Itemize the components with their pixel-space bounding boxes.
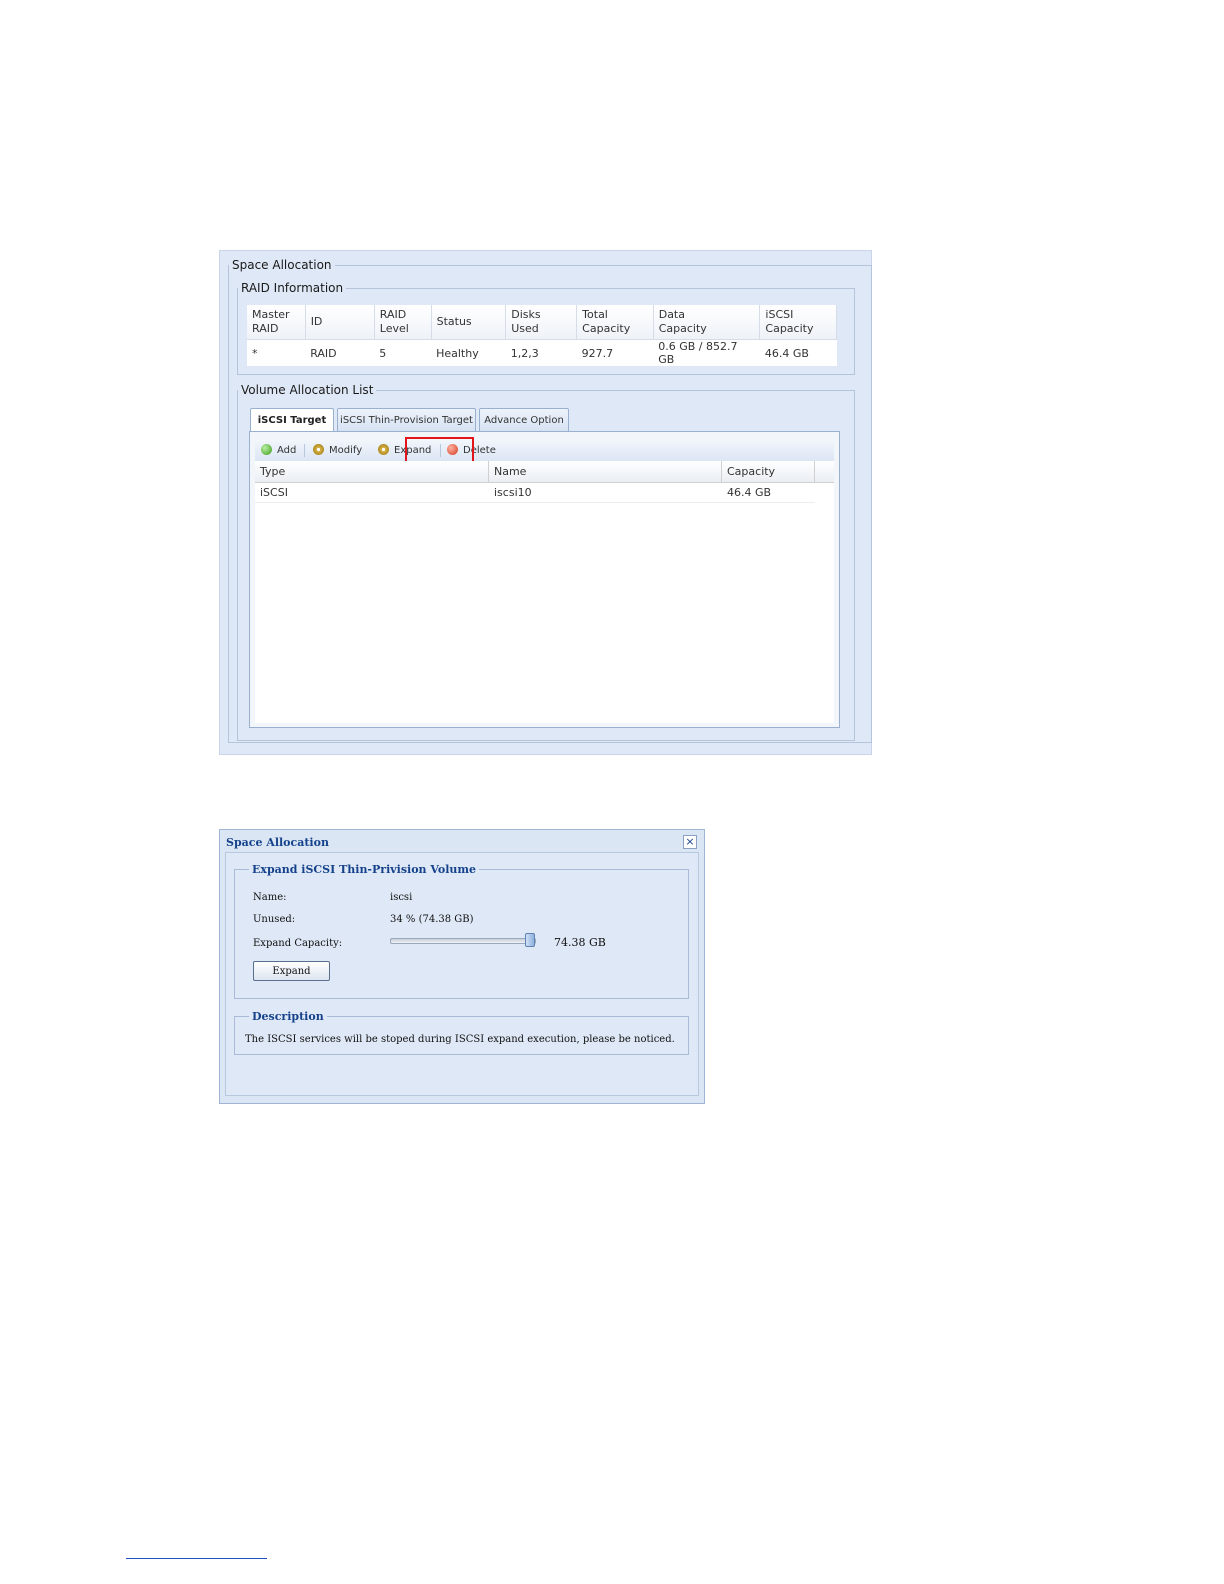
raid-column-header: Data Capacity <box>653 305 761 340</box>
column-header-name[interactable]: Name <box>489 461 722 482</box>
footnote-rule <box>126 1558 267 1559</box>
dialog-title: Space Allocation <box>226 836 329 849</box>
gear-icon <box>313 444 324 455</box>
column-header-type[interactable]: Type <box>255 461 489 482</box>
raid-column-header: ID <box>305 305 375 340</box>
grid-header: Type Name Capacity <box>255 461 834 483</box>
name-label: Name: <box>253 892 287 903</box>
modify-button[interactable]: Modify <box>313 442 362 460</box>
raid-information-title: RAID Information <box>241 281 344 295</box>
tab-advance-option[interactable]: Advance Option <box>479 408 569 431</box>
expand-submit-button[interactable]: Expand <box>253 961 330 981</box>
name-value: iscsi <box>390 892 413 903</box>
unused-label: Unused: <box>253 914 296 925</box>
table-row[interactable]: * RAID 5 Healthy 1,2,3 927.7 0.6 GB / 852.7 GB… <box>247 339 837 366</box>
expand-volume-title: Expand iSCSI Thin-Privision Volume <box>252 863 477 876</box>
column-header-capacity[interactable]: Capacity <box>722 461 815 482</box>
unused-value: 34 % (74.38 GB) <box>390 914 474 925</box>
add-label: Add <box>277 445 297 456</box>
expand-capacity-slider[interactable] <box>390 938 536 944</box>
modify-label: Modify <box>329 445 363 456</box>
raid-cell: 927.7 <box>576 339 654 366</box>
description-text: The ISCSI services will be stoped during… <box>245 1034 675 1045</box>
raid-column-header: Total Capacity <box>576 305 654 340</box>
expand-capacity-label: Expand Capacity: <box>253 938 343 949</box>
expand-capacity-value: 74.38 GB <box>554 936 606 949</box>
add-icon <box>261 444 272 455</box>
cell-capacity: 46.4 GB <box>727 486 772 499</box>
description-fieldset: Description <box>234 1010 689 1055</box>
description-title: Description <box>252 1010 324 1023</box>
expand-dialog: Space Allocation × Expand iSCSI Thin-Pri… <box>219 829 705 1104</box>
cell-type: iSCSI <box>260 486 288 499</box>
tab-content: Add Modify Expand Delete Type Name Capac… <box>249 431 840 728</box>
raid-column-header: iSCSI Capacity <box>759 305 837 340</box>
tab-iscsi-target[interactable]: iSCSI Target <box>250 408 334 432</box>
table-row[interactable]: iSCSI iscsi10 46.4 GB <box>255 483 815 503</box>
add-button[interactable]: Add <box>261 442 296 460</box>
raid-information-table: Master RAID ID RAID Level Status Disks Used T… <box>247 305 837 366</box>
raid-column-header: Master RAID <box>247 305 306 340</box>
raid-cell: 1,2,3 <box>505 339 577 366</box>
gear-icon <box>378 444 389 455</box>
dialog-body: Expand iSCSI Thin-Privision Volume Name:… <box>225 852 699 1096</box>
cell-name: iscsi10 <box>494 486 532 499</box>
volume-toolbar: Add Modify Expand Delete <box>255 437 834 472</box>
raid-cell: Healthy <box>431 339 506 366</box>
raid-cell: * <box>247 339 306 366</box>
space-allocation-panel: Space Allocation RAID Information Master… <box>219 250 872 755</box>
tab-iscsi-thin-provision-target[interactable]: iSCSI Thin-Provision Target <box>337 408 476 431</box>
space-allocation-title: Space Allocation <box>232 258 332 272</box>
raid-cell: 46.4 GB <box>759 339 837 366</box>
volume-allocation-title: Volume Allocation List <box>241 383 374 397</box>
raid-cell: RAID <box>305 339 375 366</box>
raid-column-header: Status <box>431 305 507 340</box>
close-icon[interactable]: × <box>683 835 697 849</box>
toolbar-separator <box>304 444 305 457</box>
raid-cell: 0.6 GB / 852.7 GB <box>653 339 760 366</box>
slider-handle[interactable] <box>525 933 535 947</box>
raid-column-header: RAID Level <box>374 305 432 340</box>
volume-grid: Type Name Capacity iSCSI iscsi10 46.4 GB <box>255 461 834 723</box>
raid-column-header: Disks Used <box>505 305 578 340</box>
raid-cell: 5 <box>374 339 432 366</box>
